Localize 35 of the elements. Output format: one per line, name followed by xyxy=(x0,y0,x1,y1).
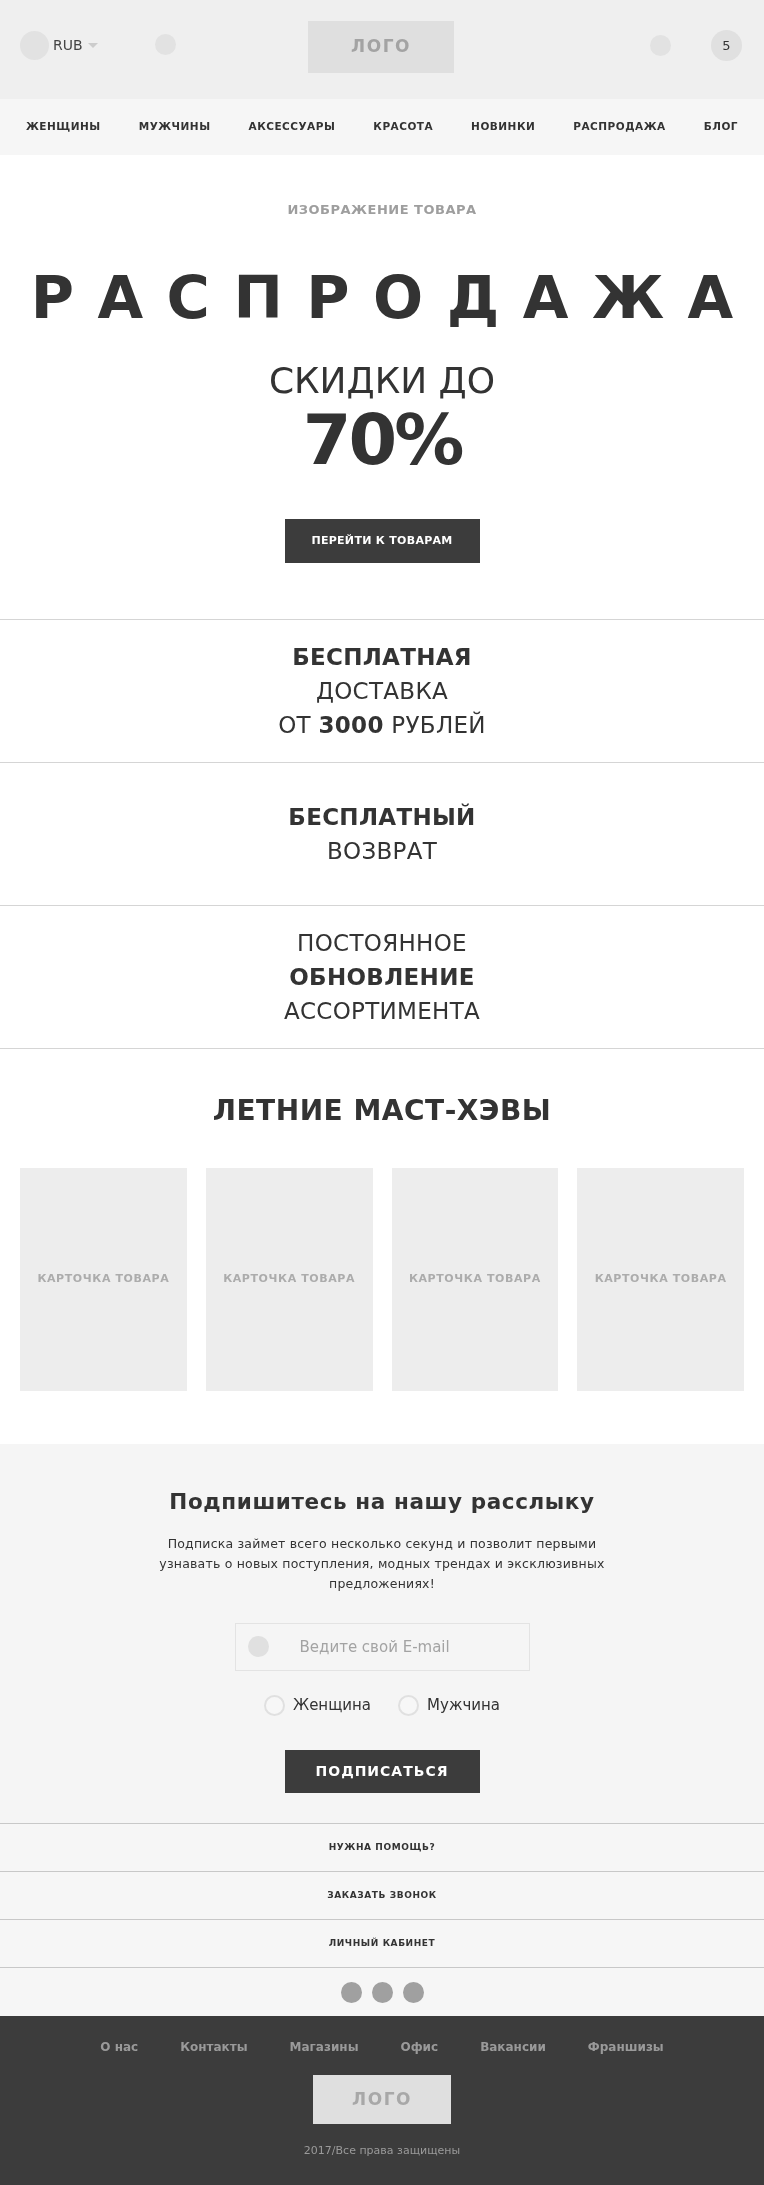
footer-link[interactable]: ЛИЧНЫЙ КАБИНЕТ xyxy=(0,1920,764,1968)
section-title: ЛЕТНИЕ МАСТ-ХЭВЫ xyxy=(212,1093,552,1129)
sale-subtitle: СКИДКИ ДО xyxy=(268,363,496,399)
email-field[interactable]: Ведите свой E-mail xyxy=(234,1623,530,1671)
feature-text: БЕСПЛАТНАЯ ДОСТАВКА ОТ 3000 РУБЛЕЙ xyxy=(278,643,486,740)
newsletter-title: Подпишитесь на нашу расслыку xyxy=(169,1488,595,1516)
nav-link[interactable]: МУЖЧИНЫ xyxy=(138,119,211,135)
image-label: ИЗОБРАЖЕНИЕ ТОВАРА xyxy=(287,202,477,218)
footer-link[interactable]: ЗАКАЗАТЬ ЗВОНОК xyxy=(0,1872,764,1920)
feature-text: БЕСПЛАТНЫЙ ВОЗВРАТ xyxy=(288,802,476,866)
nav-link[interactable]: НОВИНКИ xyxy=(471,119,536,135)
footer-nav-link[interactable]: О нас xyxy=(100,2039,139,2055)
radio-label[interactable]: Женщина xyxy=(293,1693,372,1717)
footer-link[interactable]: НУЖНА ПОМОЩЬ? xyxy=(0,1824,764,1872)
nav-link[interactable]: АКСЕССУАРЫ xyxy=(248,119,336,135)
subscribe-button[interactable]: ПОДПИСАТЬСЯ xyxy=(284,1750,480,1793)
copyright-text: 2017/Все права защищены xyxy=(303,2143,461,2159)
nav-link[interactable]: РАСПРОДАЖА xyxy=(573,119,666,135)
footer-nav-link[interactable]: Магазины xyxy=(289,2039,359,2055)
count-badge[interactable]: 5 xyxy=(711,30,742,61)
discount-text: 70% xyxy=(302,404,462,476)
footer-nav-link[interactable]: Контакты xyxy=(180,2039,248,2055)
footer-nav-link[interactable]: Вакансии xyxy=(480,2039,546,2055)
newsletter-description: Подписка займет всего несколько секунд и позволит первыми узнавать о новых поступления, модных трендах и эксклюзивных предложениях! xyxy=(158,1535,606,1593)
nav-link[interactable]: КРАСОТА xyxy=(373,119,434,135)
shop-button[interactable]: ПЕРЕЙТИ К ТОВАРАМ xyxy=(284,519,480,563)
nav-link[interactable]: ЖЕНЩИНЫ xyxy=(26,119,101,135)
footer-nav-link[interactable]: Франшизы xyxy=(587,2039,664,2055)
footer-nav-link[interactable]: Офис xyxy=(400,2039,439,2055)
radio-label[interactable]: Мужчина xyxy=(427,1693,500,1717)
sale-title: РАСПРОДАЖА xyxy=(30,268,757,328)
nav-link[interactable]: БЛОГ xyxy=(703,119,738,135)
currency-selector[interactable]: RUB xyxy=(53,35,98,56)
feature-text: ПОСТОЯННОЕ ОБНОВЛЕНИЕ АССОРТИМЕНТА xyxy=(283,929,481,1026)
caret-icon xyxy=(87,43,98,48)
